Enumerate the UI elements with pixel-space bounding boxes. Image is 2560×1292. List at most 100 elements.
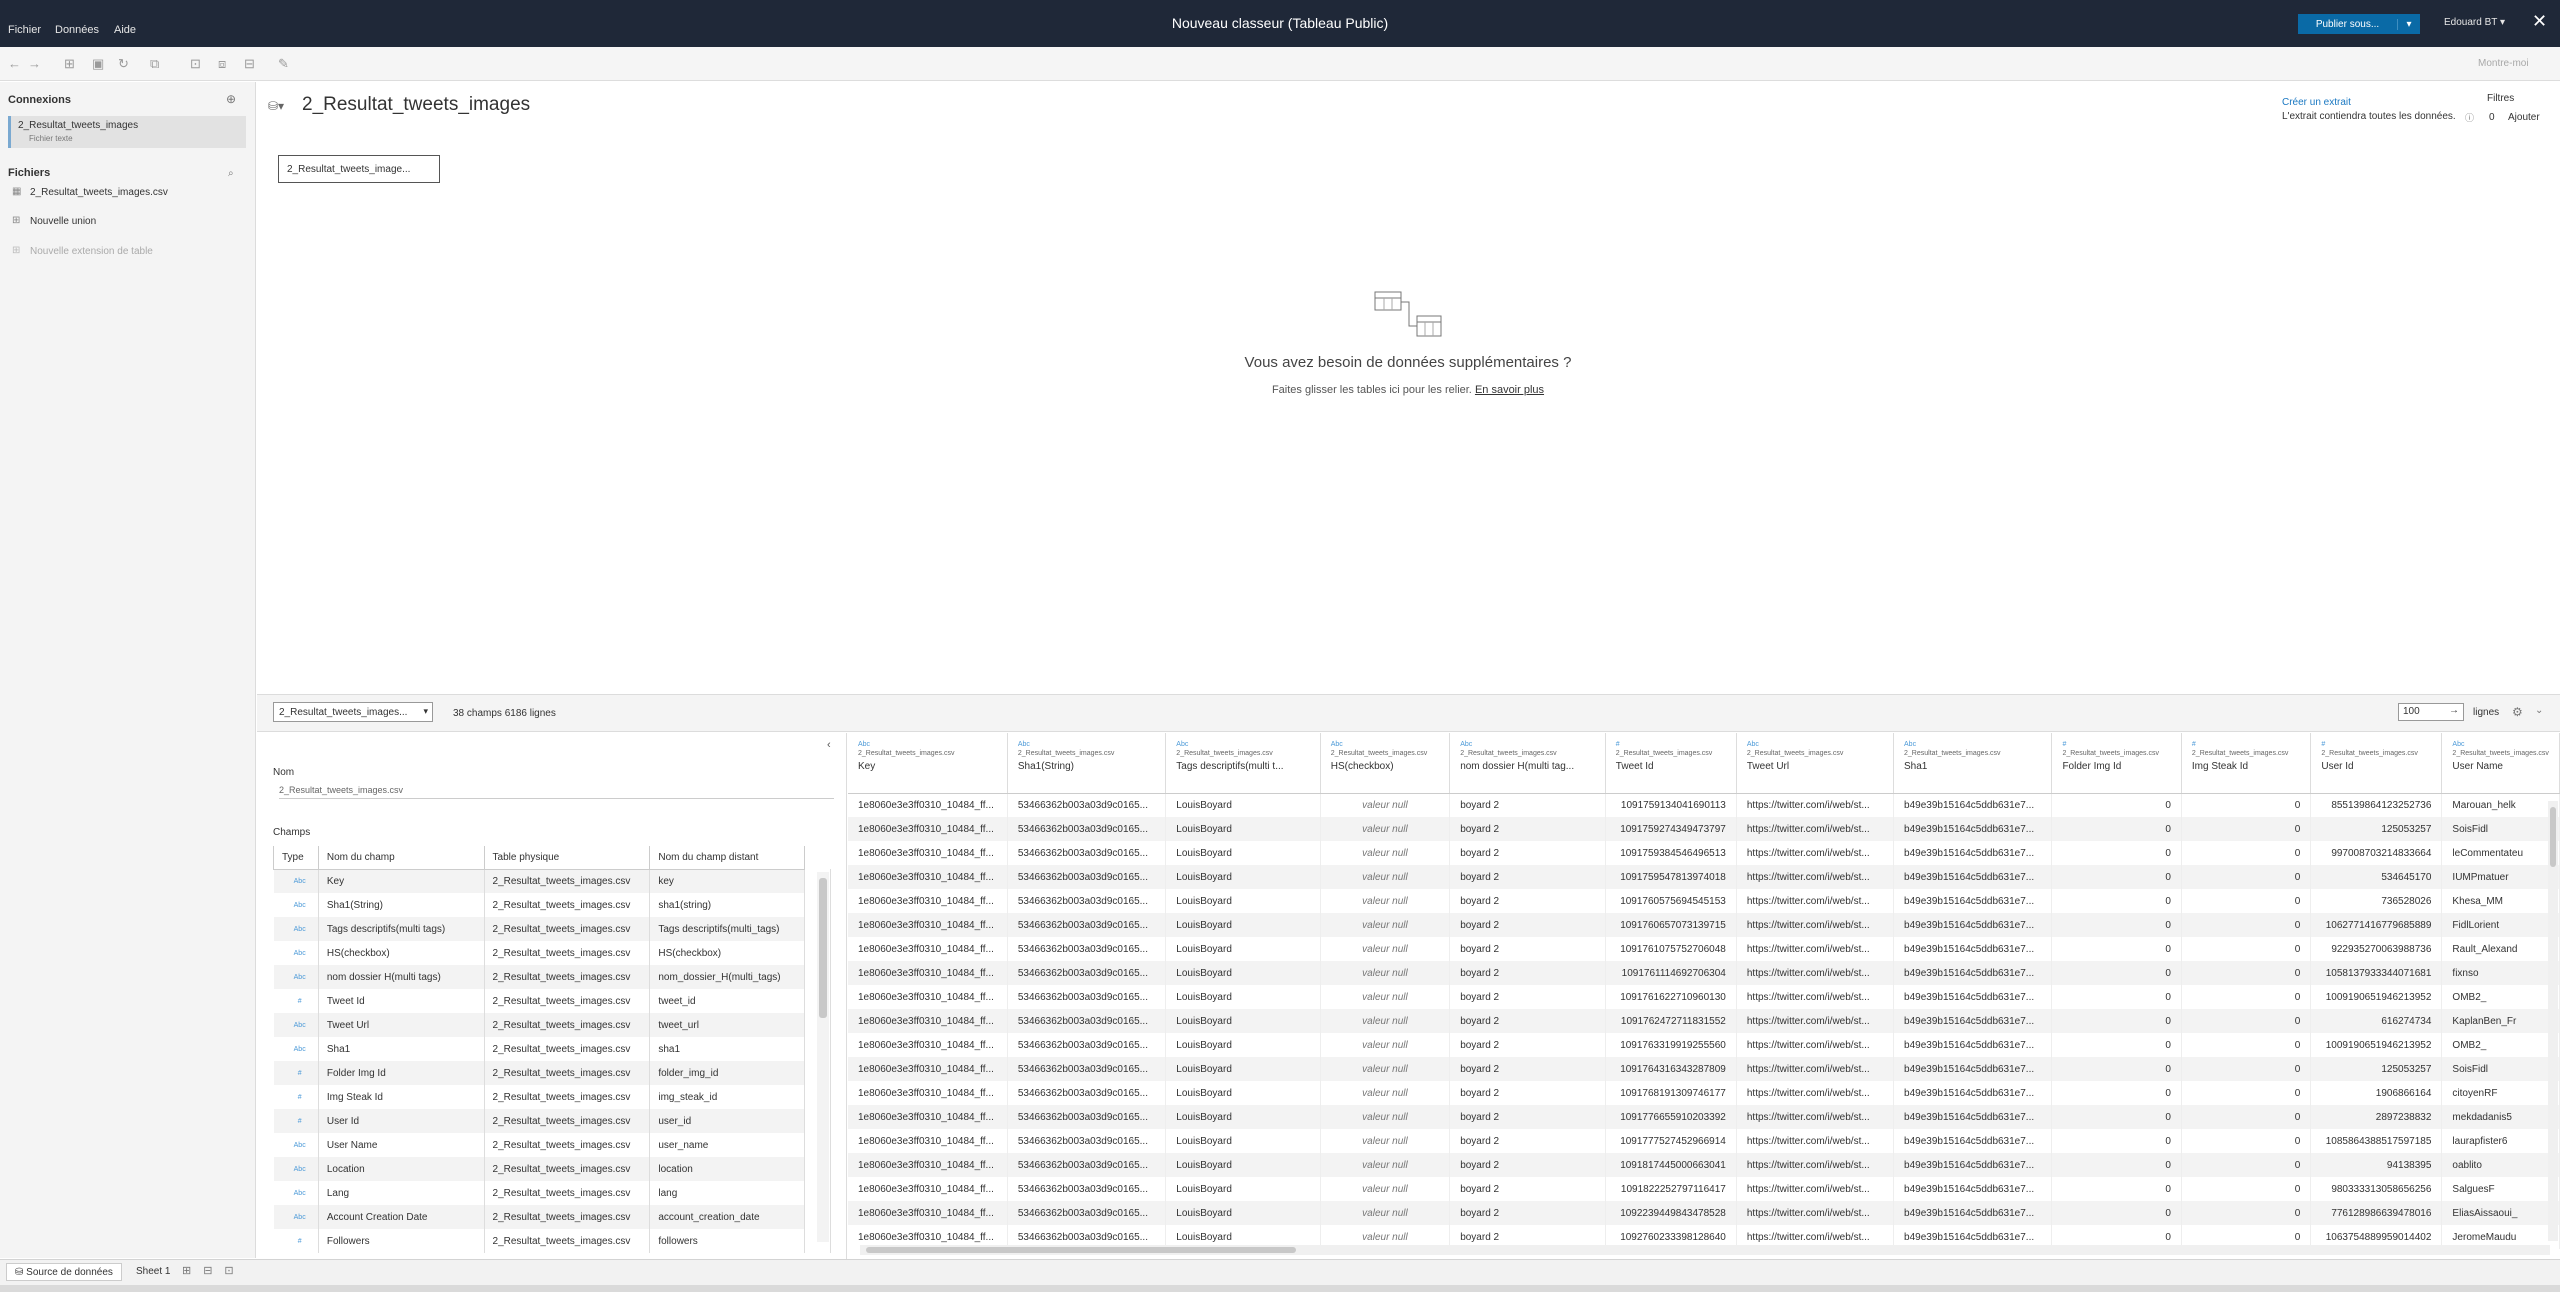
field-type-icon[interactable]: Abc (273, 1013, 319, 1037)
grid-column-header[interactable]: #2_Resultat_tweets_images.csv Tweet Id (1605, 733, 1737, 794)
table-row[interactable]: 1e8060e3e3ff0310_10484_ff... 53466362b003… (848, 1081, 2560, 1105)
info-icon[interactable]: ⓘ (2465, 111, 2474, 124)
grid-hscrollbar-thumb[interactable] (866, 1247, 1296, 1253)
field-type-icon[interactable]: # (273, 1085, 319, 1109)
arrow-right-icon[interactable]: → (2449, 705, 2459, 716)
field-row[interactable]: Abc Key 2_Resultat_tweets_images.csv key (273, 869, 831, 893)
clear-icon[interactable]: ⊟ (244, 56, 255, 72)
table-row[interactable]: 1e8060e3e3ff0310_10484_ff... 53466362b003… (848, 889, 2560, 913)
table-row[interactable]: 1e8060e3e3ff0310_10484_ff... 53466362b003… (848, 937, 2560, 961)
forward-icon[interactable]: → (28, 56, 41, 71)
field-type-icon[interactable]: # (273, 1061, 319, 1085)
grid-scrollbar-thumb[interactable] (2550, 807, 2556, 867)
field-row[interactable]: Abc Sha1(String) 2_Resultat_tweets_images.… (273, 893, 831, 917)
table-row[interactable]: 1e8060e3e3ff0310_10484_ff... 53466362b003… (848, 1033, 2560, 1057)
field-type-icon[interactable]: Abc (273, 1157, 319, 1181)
field-type-icon[interactable]: Abc (273, 965, 319, 989)
field-row[interactable]: # Img Steak Id 2_Resultat_tweets_images.cs… (273, 1085, 831, 1109)
file-item[interactable]: 2_Resultat_tweets_images.csv (30, 187, 168, 198)
grid-hscrollbar[interactable] (860, 1245, 2550, 1255)
field-type-icon[interactable]: # (273, 1229, 319, 1253)
field-row[interactable]: # Folder Img Id 2_Resultat_tweets_images.c… (273, 1061, 831, 1085)
table-row[interactable]: 1e8060e3e3ff0310_10484_ff... 53466362b003… (848, 1129, 2560, 1153)
table-row[interactable]: 1e8060e3e3ff0310_10484_ff... 53466362b003… (848, 1153, 2560, 1177)
col-header-field-name[interactable]: Nom du champ (317, 846, 485, 870)
table-row[interactable]: 1e8060e3e3ff0310_10484_ff... 53466362b003… (848, 961, 2560, 985)
grid-column-header[interactable]: #2_Resultat_tweets_images.csv User Id (2310, 733, 2443, 794)
grid-column-header[interactable]: #2_Resultat_tweets_images.csv Folder Img … (2051, 733, 2182, 794)
field-row[interactable]: Abc Account Creation Date 2_Resultat_tweet… (273, 1205, 831, 1229)
field-row[interactable]: # User Id 2_Resultat_tweets_images.csv user… (273, 1109, 831, 1133)
user-menu[interactable]: Edouard BT ▾ (2444, 17, 2505, 28)
field-row[interactable]: Abc HS(checkbox) 2_Resultat_tweets_images.… (273, 941, 831, 965)
canvas-table-box[interactable]: 2_Resultat_tweets_image... (278, 155, 440, 183)
field-type-icon[interactable]: Abc (273, 917, 319, 941)
field-row[interactable]: # Tweet Id 2_Resultat_tweets_images.csv twe… (273, 989, 831, 1013)
gear-icon[interactable]: ⚙ (2512, 705, 2523, 719)
grid-scrollbar[interactable] (2548, 801, 2558, 1241)
field-type-icon[interactable]: Abc (273, 1181, 319, 1205)
table-row[interactable]: 1e8060e3e3ff0310_10484_ff... 53466362b003… (848, 985, 2560, 1009)
col-header-remote-name[interactable]: Nom du champ distant (649, 846, 806, 870)
table-row[interactable]: 1e8060e3e3ff0310_10484_ff... 53466362b003… (848, 841, 2560, 865)
rows-input[interactable]: 100 → (2398, 703, 2464, 721)
back-icon[interactable]: ← (8, 56, 21, 71)
close-icon[interactable]: ✕ (2532, 11, 2547, 32)
connection-item[interactable]: 2_Resultat_tweets_images Fichier texte (8, 116, 246, 148)
string-type-icon[interactable]: Abc (1176, 741, 1309, 748)
field-type-icon[interactable]: # (273, 1109, 319, 1133)
table-row[interactable]: 1e8060e3e3ff0310_10484_ff... 53466362b003… (848, 1009, 2560, 1033)
page-title[interactable]: 2_Resultat_tweets_images (302, 94, 530, 116)
highlight-icon[interactable]: ✎ (278, 56, 289, 72)
new-union-item[interactable]: Nouvelle union (30, 216, 96, 227)
field-type-icon[interactable]: Abc (273, 893, 319, 917)
number-type-icon[interactable]: # (1616, 741, 1726, 748)
add-connection-icon[interactable]: ⊕ (226, 92, 236, 106)
grid-column-header[interactable]: Abc 2_Resultat_tweets_images.csv Tags desc… (1165, 733, 1321, 794)
number-type-icon[interactable]: # (2192, 741, 2300, 748)
grid-column-header[interactable]: Abc 2_Resultat_tweets_images.csv Sha1(Stri… (1007, 733, 1167, 794)
grid-column-header[interactable]: Abc 2_Resultat_tweets_images.csv User Name (2441, 733, 2560, 794)
fields-scrollbar-thumb[interactable] (819, 878, 827, 1018)
table-row[interactable]: 1e8060e3e3ff0310_10484_ff... 53466362b003… (848, 817, 2560, 841)
col-header-physical-table[interactable]: Table physique (483, 846, 651, 870)
string-type-icon[interactable]: Abc (2452, 741, 2549, 748)
table-row[interactable]: 1e8060e3e3ff0310_10484_ff... 53466362b003… (848, 1177, 2560, 1201)
grid-column-header[interactable]: Abc 2_Resultat_tweets_images.csv Key (848, 733, 1008, 794)
chevron-down-icon[interactable]: ⌄ (2535, 705, 2543, 716)
chevron-down-icon[interactable]: ▾ (2398, 19, 2420, 30)
table-select[interactable]: 2_Resultat_tweets_images... ▾ (273, 702, 433, 722)
field-type-icon[interactable]: # (273, 989, 319, 1013)
search-icon[interactable]: ⌕ (228, 168, 234, 179)
publish-button[interactable]: Publier sous... ▾ (2298, 14, 2420, 34)
field-row[interactable]: Abc Sha1 2_Resultat_tweets_images.csv sha1 (273, 1037, 831, 1061)
table-row[interactable]: 1e8060e3e3ff0310_10484_ff... 53466362b003… (848, 865, 2560, 889)
table-row[interactable]: 1e8060e3e3ff0310_10484_ff... 53466362b003… (848, 1105, 2560, 1129)
learn-more-link[interactable]: En savoir plus (1475, 384, 1544, 396)
duplicate-icon[interactable]: ⧈ (218, 56, 226, 72)
string-type-icon[interactable]: Abc (1904, 741, 2041, 748)
string-type-icon[interactable]: Abc (1331, 741, 1439, 748)
collapse-icon[interactable]: ‹ (827, 739, 831, 751)
table-row[interactable]: 1e8060e3e3ff0310_10484_ff... 53466362b003… (848, 1057, 2560, 1081)
new-sheet-icon[interactable]: ⊡ (190, 56, 201, 72)
fields-scrollbar[interactable] (817, 872, 829, 1242)
save-icon[interactable]: ▣ (92, 56, 104, 72)
new-data-source-icon[interactable]: ⊞ (64, 56, 75, 72)
field-type-icon[interactable]: Abc (273, 1205, 319, 1229)
table-row[interactable]: 1e8060e3e3ff0310_10484_ff... 53466362b003… (848, 1201, 2560, 1225)
datasource-icon[interactable]: ⛁▾ (268, 99, 284, 113)
field-row[interactable]: Abc Tweet Url 2_Resultat_tweets_images.csv… (273, 1013, 831, 1037)
string-type-icon[interactable]: Abc (1018, 741, 1155, 748)
field-type-icon[interactable]: Abc (273, 869, 319, 893)
col-header-type[interactable]: Type (273, 846, 319, 870)
grid-column-header[interactable]: Abc 2_Resultat_tweets_images.csv Tweet Url (1736, 733, 1895, 794)
create-extract-link[interactable]: Créer un extrait (2282, 97, 2351, 108)
field-type-icon[interactable]: Abc (273, 1037, 319, 1061)
field-row[interactable]: # Followers 2_Resultat_tweets_images.csv fo… (273, 1229, 831, 1253)
table-row[interactable]: 1e8060e3e3ff0310_10484_ff... 53466362b003… (848, 913, 2560, 937)
grid-column-header[interactable]: Abc 2_Resultat_tweets_images.csv nom dossi… (1449, 733, 1606, 794)
grid-column-header[interactable]: Abc 2_Resultat_tweets_images.csv HS(checkb… (1320, 733, 1451, 794)
grid-column-header[interactable]: Abc 2_Resultat_tweets_images.csv Sha1 (1893, 733, 2053, 794)
string-type-icon[interactable]: Abc (858, 741, 997, 748)
